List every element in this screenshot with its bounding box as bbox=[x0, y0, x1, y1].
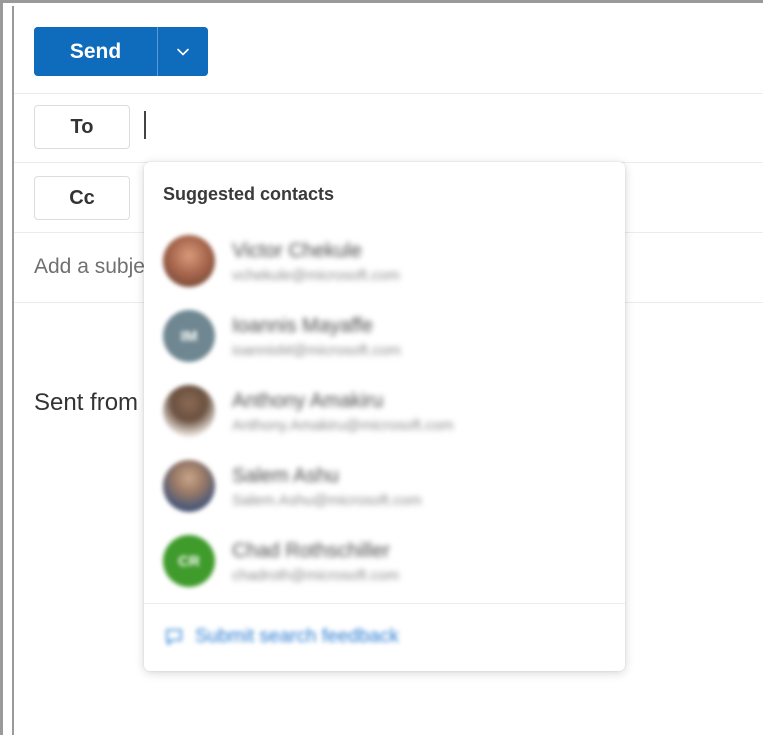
contact-email: chadroth@microsoft.com bbox=[232, 567, 399, 584]
contact-email: ioannisM@microsoft.com bbox=[232, 342, 401, 359]
contact-name: Victor Chekule bbox=[232, 240, 362, 262]
submit-search-feedback-link[interactable]: Submit search feedback bbox=[163, 622, 399, 652]
to-input[interactable] bbox=[149, 107, 753, 145]
contact-item[interactable]: Victor Chekule vchekule@microsoft.com bbox=[144, 226, 625, 298]
toolbar-divider bbox=[14, 93, 763, 94]
feedback-label: Submit search feedback bbox=[195, 626, 399, 647]
window-edge-divider bbox=[12, 6, 14, 735]
subject-input[interactable]: Add a subje bbox=[34, 255, 145, 279]
feedback-icon bbox=[163, 626, 185, 648]
suggested-contacts-dropdown: Suggested contacts Victor Chekule vcheku… bbox=[144, 162, 625, 671]
compose-window: Send To Cc Add a subje Sent from Suggest… bbox=[0, 0, 763, 735]
avatar bbox=[163, 385, 215, 437]
avatar-initials: IM bbox=[180, 327, 198, 345]
contact-email: vchekule@microsoft.com bbox=[232, 267, 400, 284]
avatar bbox=[163, 460, 215, 512]
send-button[interactable]: Send bbox=[34, 27, 157, 76]
contact-item[interactable]: CR Chad Rothschiller chadroth@microsoft.… bbox=[144, 526, 625, 598]
to-button[interactable]: To bbox=[34, 105, 130, 149]
contact-name: Salem Ashu bbox=[232, 465, 339, 487]
contact-email: Anthony.Amakiru@microsoft.com bbox=[232, 417, 454, 434]
avatar: CR bbox=[163, 535, 215, 587]
contact-item[interactable]: Anthony Amakiru Anthony.Amakiru@microsof… bbox=[144, 376, 625, 448]
avatar bbox=[163, 235, 215, 287]
avatar: IM bbox=[163, 310, 215, 362]
contact-item[interactable]: IM Ioannis Mayaffe ioannisM@microsoft.co… bbox=[144, 301, 625, 373]
send-split-button: Send bbox=[34, 27, 208, 76]
send-options-button[interactable] bbox=[158, 27, 208, 76]
contact-email: Salem.Ashu@microsoft.com bbox=[232, 492, 422, 509]
chevron-down-icon bbox=[175, 44, 191, 60]
avatar-initials: CR bbox=[178, 552, 200, 570]
suggested-contacts-title: Suggested contacts bbox=[163, 184, 335, 204]
dropdown-divider bbox=[144, 603, 625, 604]
contact-name: Chad Rothschiller bbox=[232, 540, 390, 562]
message-signature[interactable]: Sent from bbox=[34, 389, 138, 417]
contact-item[interactable]: Salem Ashu Salem.Ashu@microsoft.com bbox=[144, 451, 625, 523]
cc-button[interactable]: Cc bbox=[34, 176, 130, 220]
text-cursor bbox=[144, 111, 146, 139]
contact-name: Ioannis Mayaffe bbox=[232, 315, 373, 337]
contact-name: Anthony Amakiru bbox=[232, 390, 384, 412]
